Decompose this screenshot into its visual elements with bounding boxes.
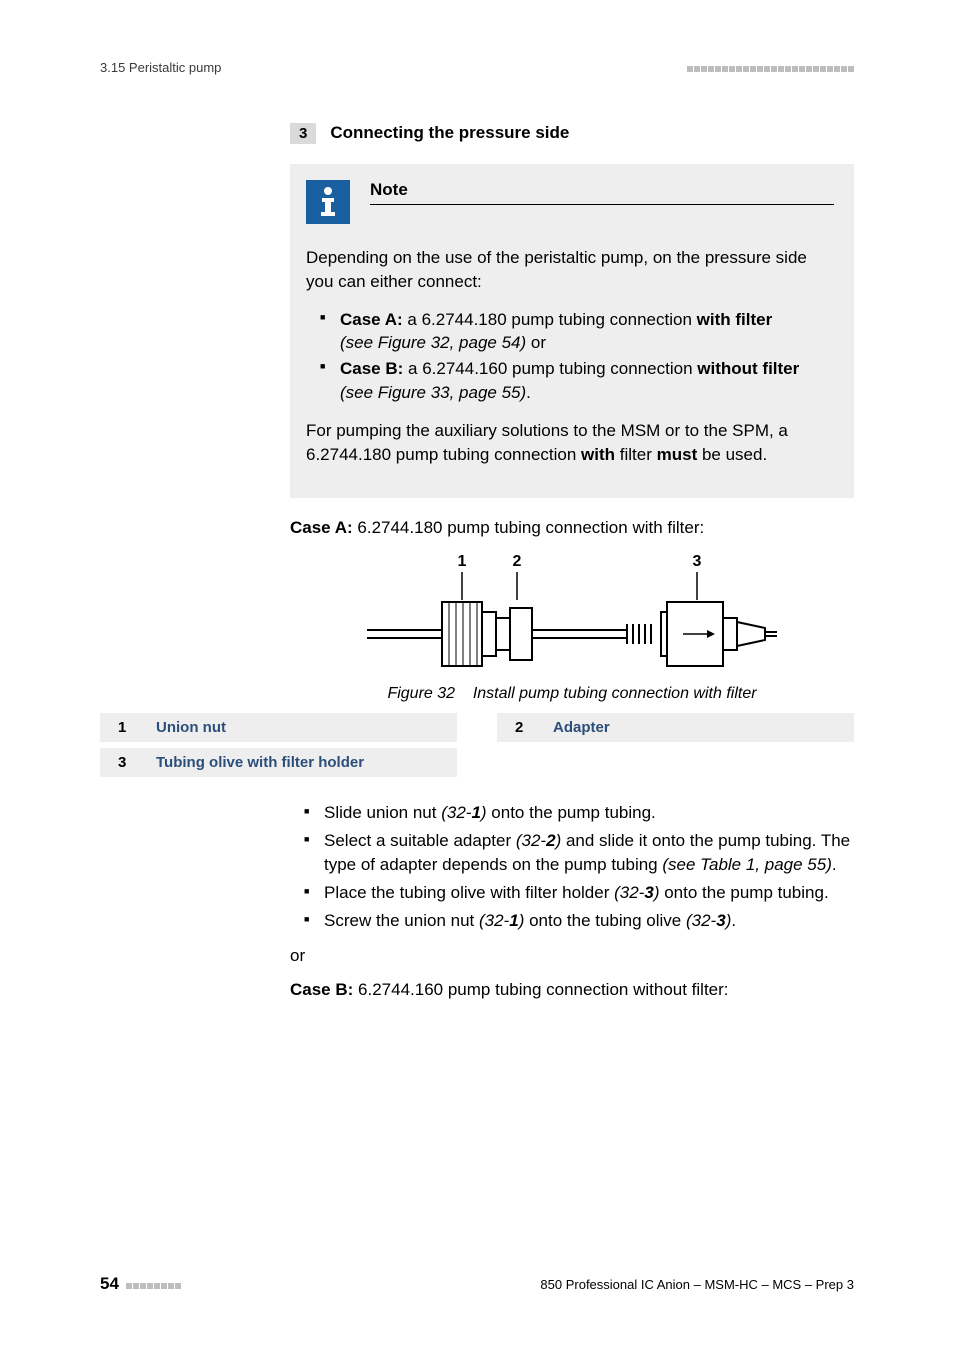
fig-label-2: 2 bbox=[513, 553, 522, 570]
instruction-3: Place the tubing olive with filter holde… bbox=[304, 881, 854, 905]
step-heading: 3 Connecting the pressure side bbox=[290, 123, 854, 144]
step-title: Connecting the pressure side bbox=[330, 123, 569, 143]
legend-item-2: 2 Adapter bbox=[497, 713, 854, 742]
instruction-1: Slide union nut (32-1) onto the pump tub… bbox=[304, 801, 854, 825]
note-label: Note bbox=[370, 180, 408, 199]
instruction-2: Select a suitable adapter (32-2) and sli… bbox=[304, 829, 854, 877]
note-outro: For pumping the auxiliary solutions to t… bbox=[306, 419, 834, 467]
legend-item-3: 3 Tubing olive with filter holder bbox=[100, 748, 457, 777]
note-case-b: Case B: a 6.2744.160 pump tubing connect… bbox=[320, 357, 834, 405]
info-icon bbox=[306, 180, 350, 224]
fig-label-3: 3 bbox=[693, 553, 702, 570]
page-footer: 54 850 Professional IC Anion – MSM-HC – … bbox=[100, 1274, 854, 1294]
note-intro: Depending on the use of the peristaltic … bbox=[306, 246, 834, 294]
case-b-heading: Case B: 6.2744.160 pump tubing connectio… bbox=[290, 980, 854, 1000]
instruction-4: Screw the union nut (32-1) onto the tubi… bbox=[304, 909, 854, 933]
footer-ornament bbox=[125, 1277, 181, 1292]
figure-32: 1 2 3 bbox=[290, 552, 854, 677]
running-header: 3.15 Peristaltic pump bbox=[100, 60, 854, 75]
fig-label-1: 1 bbox=[458, 553, 467, 570]
figure-caption: Figure 32 Install pump tubing connection… bbox=[290, 685, 854, 703]
instruction-list: Slide union nut (32-1) onto the pump tub… bbox=[290, 801, 854, 932]
header-ornament bbox=[686, 60, 854, 75]
note-box: Note Depending on the use of the perista… bbox=[290, 164, 854, 498]
note-case-list: Case A: a 6.2744.180 pump tubing connect… bbox=[306, 308, 834, 405]
footer-doc-title: 850 Professional IC Anion – MSM-HC – MCS… bbox=[540, 1277, 854, 1292]
or-separator: or bbox=[290, 946, 854, 966]
note-case-a: Case A: a 6.2744.180 pump tubing connect… bbox=[320, 308, 834, 356]
step-number: 3 bbox=[290, 123, 316, 144]
legend-item-1: 1 Union nut bbox=[100, 713, 457, 742]
case-a-heading: Case A: 6.2744.180 pump tubing connectio… bbox=[290, 518, 854, 538]
section-label: 3.15 Peristaltic pump bbox=[100, 60, 221, 75]
page-number: 54 bbox=[100, 1274, 119, 1294]
figure-legend: 1 Union nut 2 Adapter 3 Tubing olive wit… bbox=[100, 713, 854, 777]
